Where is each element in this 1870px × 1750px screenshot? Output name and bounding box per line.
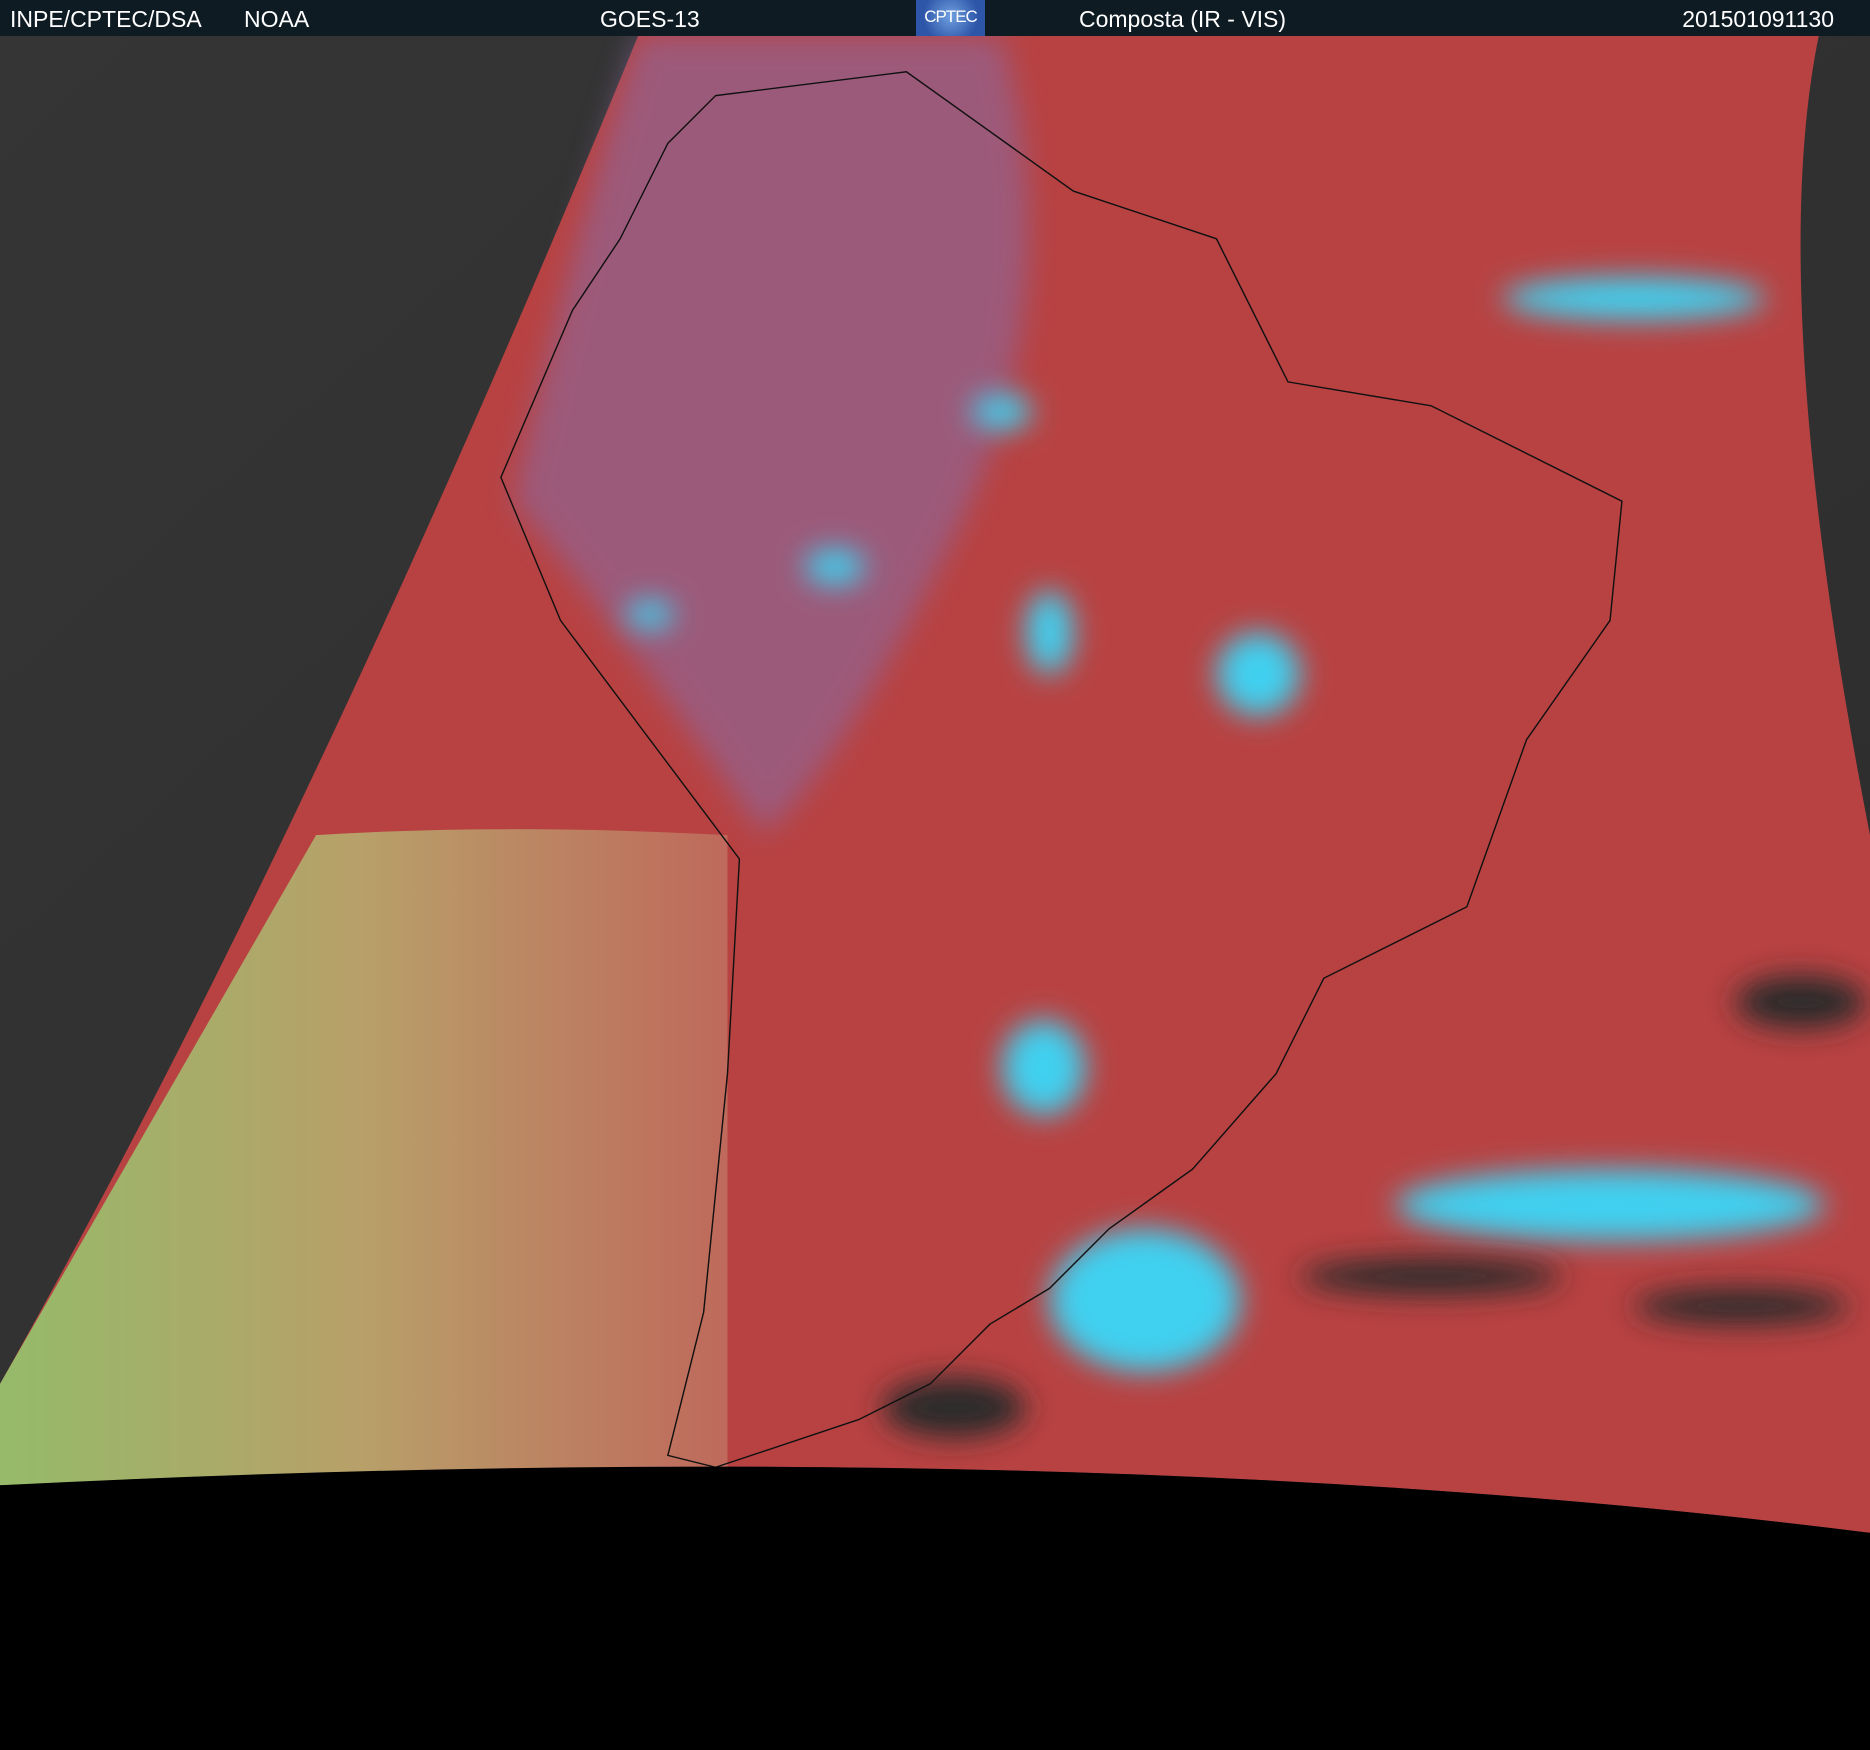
satellite-label: GOES-13 bbox=[600, 6, 700, 32]
product-label: Composta (IR - VIS) bbox=[1079, 6, 1287, 32]
header-bar: INPE/CPTEC/DSA NOAA GOES-13 CPTEC Compos… bbox=[0, 0, 1870, 36]
satellite-image-viewer: INPE/CPTEC/DSA NOAA GOES-13 CPTEC Compos… bbox=[0, 0, 1870, 1750]
cptec-logo: CPTEC bbox=[916, 0, 985, 36]
timestamp-label: 201501091130 bbox=[1682, 6, 1834, 32]
no-data-region bbox=[0, 1532, 1870, 1750]
agency-label: NOAA bbox=[244, 6, 310, 32]
org-label: INPE/CPTEC/DSA bbox=[10, 6, 202, 32]
satellite-composite-image bbox=[0, 36, 1870, 1750]
